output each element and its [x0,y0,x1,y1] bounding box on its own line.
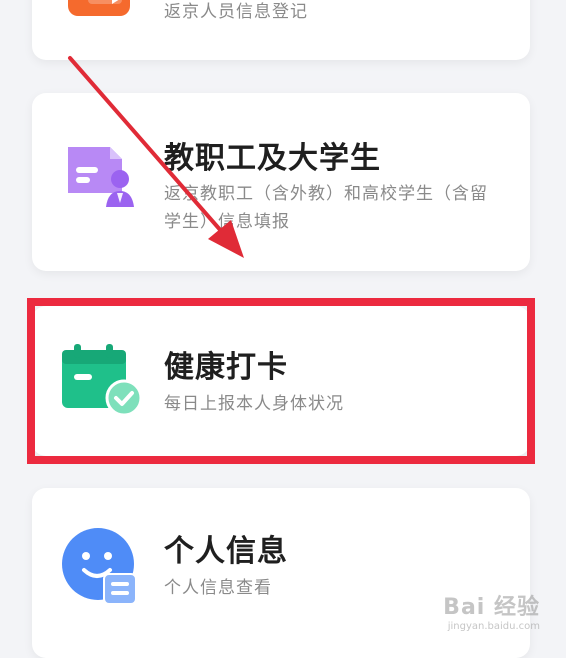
card-health-checkin[interactable]: 健康打卡 每日上报本人身体状况 [32,306,530,456]
video-play-icon [68,0,130,16]
watermark-brand: Bai 经验 [443,595,540,620]
card-subtitle: 每日上报本人身体状况 [164,394,344,414]
card-return-beijing[interactable]: 返京人员信息登记 [32,0,530,60]
calendar-check-icon [62,344,143,417]
card-title: 健康打卡 [164,350,288,385]
watermark-url: jingyan.baidu.com [447,621,540,632]
card-personal-info[interactable]: 个人信息 个人信息查看 [32,488,530,658]
card-title: 个人信息 [164,534,288,569]
id-card-user-icon [68,147,134,207]
card-staff-students[interactable]: 教职工及大学生 返京教职工（含外教）和高校学生（含留学生）信息填报 [32,93,530,271]
smiley-profile-icon [62,528,137,605]
watermark: Bai 经验 jingyan.baidu.com [443,589,540,632]
card-subtitle: 返京人员信息登记 [164,2,308,22]
card-title: 教职工及大学生 [164,141,381,176]
card-subtitle: 返京教职工（含外教）和高校学生（含留学生）信息填报 [164,184,488,232]
